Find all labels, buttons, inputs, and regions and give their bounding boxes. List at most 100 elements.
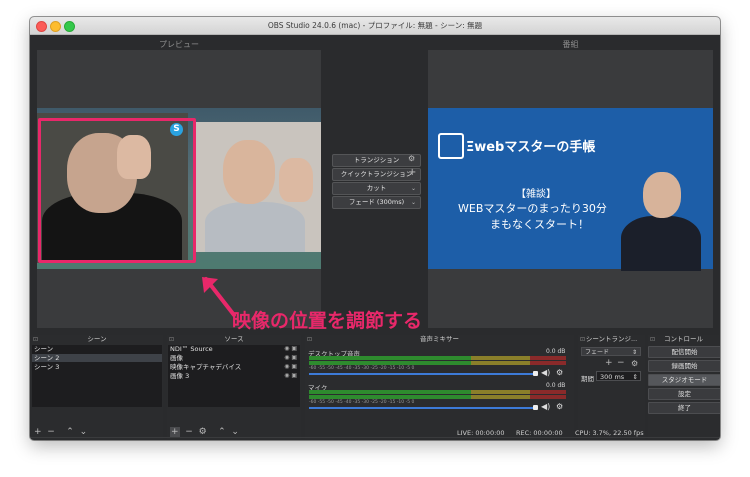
volume-meter [309, 390, 566, 394]
selection-highlight [38, 118, 196, 263]
title-bar: OBS Studio 24.0.6 (mac) - プロファイル: 無題 - シ… [30, 17, 720, 35]
chevron-updown-icon: ⇕ [631, 349, 637, 356]
presenter-body [621, 216, 701, 271]
move-down-icon[interactable]: ⌄ [231, 427, 239, 437]
sources-list[interactable]: NDI™ Source 画像 映像キャプチャデバイス 画像 3 ◉ ▣ ◉ ▣ … [168, 345, 300, 407]
gear-icon[interactable]: ⚙ [556, 368, 563, 377]
notebook-icon [438, 133, 464, 159]
program-line-1: 【雑談】 [516, 189, 556, 200]
remove-scene-icon[interactable]: − [47, 427, 55, 437]
volume-meter [309, 395, 566, 399]
chevron-down-icon: ⌄ [410, 199, 416, 206]
live-status: LIVE: 00:00:00 [457, 429, 505, 437]
source-buttons: + − ⚙ ⌃ ⌄ [170, 427, 239, 437]
cut-label: カット [366, 184, 387, 192]
eye-lock-icons[interactable]: ◉ ▣ [284, 345, 297, 352]
list-item[interactable]: シーン 2 [32, 354, 162, 362]
speaker-icon[interactable]: ◀) [541, 368, 550, 377]
dock-float-icon[interactable]: ⊡ [307, 335, 312, 344]
eye-lock-icons[interactable]: ◉ ▣ [284, 363, 297, 370]
transition-select[interactable]: フェード ⇕ [581, 347, 641, 356]
mixer-title: 音声ミキサー [420, 335, 459, 343]
volume-meter [309, 356, 566, 360]
program-label: 番組 [562, 40, 579, 49]
volume-slider-knob[interactable] [533, 371, 538, 376]
scenes-dock: ⊡ シーン シーン シーン 2 シーン 3 + − ⌃ ⌄ [31, 335, 163, 439]
track-db: 0.0 dB [546, 348, 566, 355]
gear-icon[interactable]: ⚙ [631, 359, 638, 368]
transition-type: フェード [585, 349, 610, 356]
window-title: OBS Studio 24.0.6 (mac) - プロファイル: 無題 - シ… [267, 21, 483, 30]
add-scene-icon[interactable]: + [34, 427, 42, 437]
add-icon[interactable]: + [605, 358, 613, 368]
controls-header: ⊡ コントロール [648, 335, 719, 344]
annotation-text: 映像の位置を調節する [232, 310, 423, 332]
program-line-2: WEBマスターのまったり30分 [458, 202, 607, 215]
meter-scale: -60 -55 -50 -45 -40 -35 -30 -25 -20 -15 … [309, 400, 415, 405]
scene-buttons: + − ⌃ ⌄ [34, 427, 87, 437]
stepper-icon[interactable]: ⇕ [633, 372, 638, 382]
list-item[interactable]: シーン [32, 345, 162, 353]
studio-mode-button[interactable]: スタジオモード [648, 374, 720, 386]
scenes-list[interactable]: シーン シーン 2 シーン 3 [32, 345, 162, 407]
chevron-down-icon: ⌄ [410, 185, 416, 192]
move-down-icon[interactable]: ⌄ [80, 427, 88, 437]
duration-label: 期間 [581, 375, 594, 383]
move-up-icon[interactable]: ⌃ [66, 427, 74, 437]
gear-icon[interactable]: ⚙ [199, 427, 207, 437]
program-logo: Ξwebマスターの手帳 [466, 140, 596, 155]
program-line-3: まもなくスタート！ [490, 218, 589, 231]
host-shirt [205, 202, 305, 252]
scenes-title: シーン [87, 335, 107, 343]
host-hand [279, 158, 313, 202]
list-item[interactable]: シーン 3 [32, 363, 162, 371]
dock-float-icon[interactable]: ⊡ [650, 335, 655, 344]
video-tile-host[interactable] [195, 122, 321, 252]
cpu-status: CPU: 3.7%, 22.50 fps [575, 429, 644, 437]
list-item[interactable]: NDI™ Source [168, 345, 270, 353]
preview-label: プレビュー [159, 40, 199, 49]
meter-scale: -60 -55 -50 -45 -40 -35 -30 -25 -20 -15 … [309, 366, 415, 371]
obs-window: OBS Studio 24.0.6 (mac) - プロファイル: 無題 - シ… [30, 17, 720, 440]
dock-float-icon[interactable]: ⊡ [169, 335, 174, 344]
host-face [223, 140, 275, 204]
duration-input[interactable]: 300 ms ⇕ [596, 371, 641, 381]
gear-icon[interactable]: ⚙ [556, 402, 563, 411]
mixer-header: ⊡ 音声ミキサー [305, 335, 574, 344]
dock-float-icon[interactable]: ⊡ [33, 335, 38, 344]
sources-header: ⊡ ソース [167, 335, 301, 344]
add-source-icon[interactable]: + [170, 427, 180, 437]
eye-lock-icons[interactable]: ◉ ▣ [284, 372, 297, 379]
exit-button[interactable]: 終了 [648, 402, 720, 414]
volume-slider[interactable] [309, 407, 535, 409]
volume-slider-knob[interactable] [533, 405, 538, 410]
settings-button[interactable]: 設定 [648, 388, 720, 400]
start-streaming-button[interactable]: 配信開始 [648, 346, 720, 358]
presenter-head [643, 172, 681, 218]
fade-button[interactable]: フェード (300ms) ⌄ [332, 196, 421, 209]
gear-icon[interactable]: ⚙ [408, 154, 415, 163]
program-video: Ξwebマスターの手帳 【雑談】 WEBマスターのまったり30分 まもなくスター… [428, 108, 713, 271]
dock-float-icon[interactable]: ⊡ [580, 335, 585, 344]
sources-title: ソース [224, 335, 244, 343]
scene-transitions-title: シーントランジ... [585, 335, 638, 343]
list-item[interactable]: 画像 3 [168, 372, 270, 380]
move-up-icon[interactable]: ⌃ [218, 427, 226, 437]
add-icon[interactable]: + [408, 167, 416, 178]
list-item[interactable]: 映像キャプチャデバイス [168, 363, 270, 371]
eye-lock-icons[interactable]: ◉ ▣ [284, 354, 297, 361]
fade-label: フェード (300ms) [348, 198, 405, 206]
list-item[interactable]: 画像 [168, 354, 270, 362]
controls-title: コントロール [664, 335, 703, 343]
presenter-image [621, 166, 701, 271]
start-recording-button[interactable]: 録画開始 [648, 360, 720, 372]
remove-icon[interactable]: − [617, 358, 625, 368]
volume-slider[interactable] [309, 373, 535, 375]
status-divider [30, 437, 720, 438]
remove-source-icon[interactable]: − [185, 427, 193, 437]
speaker-icon[interactable]: ◀) [541, 402, 550, 411]
rec-status: REC: 00:00:00 [516, 429, 563, 437]
sources-dock: ⊡ ソース NDI™ Source 画像 映像キャプチャデバイス 画像 3 ◉ ▣… [167, 335, 301, 439]
volume-meter [309, 361, 566, 365]
cut-button[interactable]: カット ⌄ [332, 182, 421, 195]
